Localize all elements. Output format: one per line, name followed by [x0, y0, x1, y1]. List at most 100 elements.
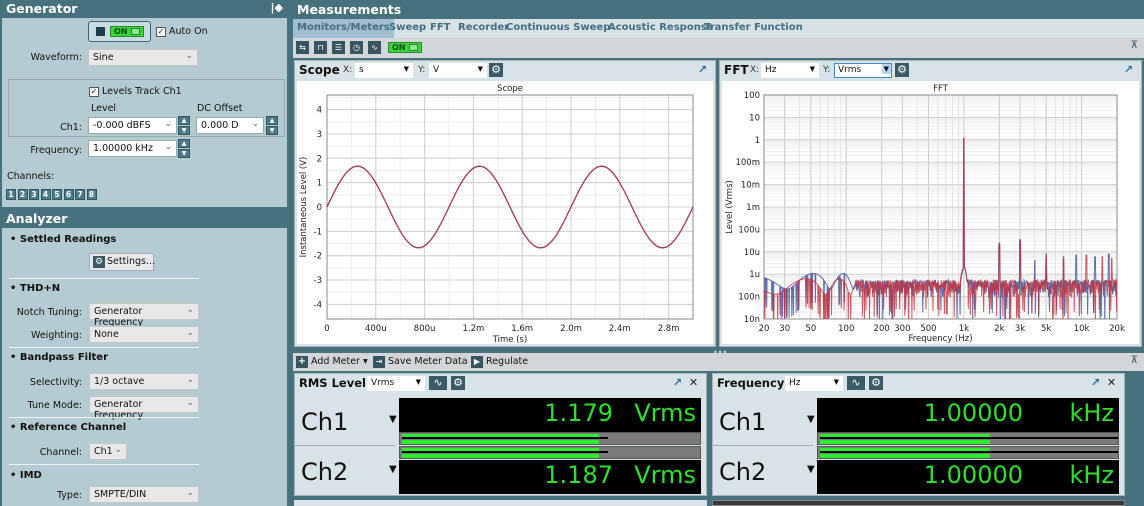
meter-value: 1.00000 [923, 399, 1023, 427]
y-tick-label: 10u [744, 248, 760, 258]
frequency-input[interactable]: 1.00000 kHz ⌄ [88, 140, 177, 157]
tune-mode-select[interactable]: Generator Frequency ⌄ [89, 396, 199, 421]
graph-view-icon[interactable]: ∿ [847, 376, 865, 390]
bar-fill [820, 454, 990, 458]
freq-meter-title: Frequency [717, 376, 785, 390]
tab-monitors-meters[interactable]: Monitors/Meters [293, 19, 394, 38]
popout-icon[interactable]: ↗ [696, 63, 709, 76]
y-tick-label: 100n [738, 293, 760, 303]
x-tick-label: 400u [365, 324, 387, 334]
pin-icon[interactable]: |◆ [271, 1, 283, 14]
ch1-level-spinner[interactable]: ▲ ▼ [178, 116, 190, 135]
channel-button-7[interactable]: 7 [75, 189, 85, 200]
popout-icon[interactable]: ↗ [671, 376, 684, 389]
tab-sweep[interactable]: Sweep [385, 19, 430, 38]
channel-dropdown-icon[interactable]: ▼ [389, 464, 397, 475]
channel-button-2[interactable]: 2 [17, 189, 28, 200]
tab-transfer-function[interactable]: Transfer Function [700, 19, 807, 38]
frequency-spinner[interactable]: ▲ ▼ [178, 139, 190, 158]
weighting-select[interactable]: None ⌄ [89, 326, 199, 343]
popout-icon[interactable]: ↗ [1089, 376, 1102, 389]
gear-icon[interactable]: ⚙ [869, 376, 883, 390]
x-tick-label: 30 [779, 324, 790, 334]
swap-icon[interactable]: ⇆ [296, 41, 309, 54]
channel-button-4[interactable]: 4 [40, 189, 51, 200]
imd-type-label: Type: [56, 490, 82, 501]
tab-fft[interactable]: FFT [426, 19, 454, 38]
dc-offset-spinner[interactable]: ▲ ▼ [266, 116, 278, 135]
channel-button-3[interactable]: 3 [29, 189, 39, 200]
close-icon[interactable]: ✕ [1105, 376, 1118, 389]
imd-header[interactable]: • IMD [10, 470, 42, 481]
fft-x-unit-select[interactable]: Hz ▼ [761, 63, 819, 78]
regulate-button[interactable]: ▶ Regulate [471, 356, 528, 368]
settings-button[interactable]: ⚙ Settings... [89, 253, 155, 271]
dock-icon[interactable]: ⊼ [1131, 355, 1138, 366]
dock-icon[interactable]: ⊼ [1131, 40, 1138, 51]
meter-value: 1.187 [544, 461, 613, 489]
channel-button-5[interactable]: 5 [52, 189, 62, 200]
levels-track-checkbox[interactable]: ✓ Levels Track Ch1 [89, 86, 182, 97]
weighting-label: Weighting: [31, 330, 82, 341]
channel-button-1[interactable]: 1 [6, 189, 16, 200]
channel-name: Ch1 [301, 408, 349, 436]
gear-icon[interactable]: ⚙ [895, 63, 909, 77]
x-tick-label: 200 [874, 324, 890, 334]
meter-bars-icon[interactable]: ☰ [332, 41, 345, 54]
auto-on-checkbox[interactable]: ✓ Auto On [156, 26, 208, 37]
gear-icon[interactable]: ⚙ [451, 376, 465, 390]
ch1-level-input[interactable]: -0.000 dBFS ⌄ [88, 117, 177, 134]
channel-dropdown-icon[interactable]: ▼ [807, 464, 815, 475]
clock-icon[interactable]: ◷ [350, 41, 363, 54]
reference-channel-select[interactable]: Ch1 ⌄ [89, 443, 127, 460]
x-tick-label: 50 [805, 324, 816, 334]
channel-dropdown-icon[interactable]: ▼ [807, 414, 815, 425]
x-axis-title: Frequency (Hz) [908, 334, 972, 344]
close-icon[interactable]: ✕ [687, 376, 700, 389]
x-tick-label: 1.6m [511, 324, 533, 334]
next-meter-edge [712, 500, 1125, 506]
popout-icon[interactable]: ↗ [1122, 63, 1135, 76]
selectivity-label: Selectivity: [29, 377, 82, 388]
reference-channel-header[interactable]: • Reference Channel [10, 422, 126, 433]
settled-readings-header[interactable]: • Settled Readings [10, 234, 116, 245]
frequency-meter: Frequency Hz ▼ ∿ ⚙ ↗ ✕ Ch1 ▼ 1.00000 kHz Ch2 ▼… [712, 373, 1125, 496]
monitors-on-button[interactable]: ON [388, 42, 422, 53]
tab-continuous-sweep[interactable]: Continuous Sweep [502, 19, 614, 38]
imd-type-select[interactable]: SMPTE/DIN ⌄ [89, 486, 199, 503]
meter-readout: 1.187 Vrms [399, 460, 701, 494]
selectivity-select[interactable]: 1/3 octave ⌄ [89, 373, 199, 390]
rms-meter-title: RMS Level [299, 376, 366, 390]
channel-button-8[interactable]: 8 [86, 189, 97, 200]
bar-fill [820, 440, 990, 444]
scope-y-unit-select[interactable]: V ▼ [429, 63, 487, 78]
bandpass-header[interactable]: • Bandpass Filter [10, 352, 108, 363]
add-meter-button[interactable]: + Add Meter ▾ [296, 356, 368, 368]
gear-icon[interactable]: ⚙ [489, 63, 503, 77]
y-tick-label: 3 [317, 130, 322, 140]
dc-offset-input[interactable]: 0.000 D ⌄ [196, 117, 264, 134]
x-tick-label: 100 [838, 324, 854, 334]
add-trace-icon[interactable]: ∿ [368, 41, 381, 54]
graph-view-icon[interactable]: ∿ [429, 376, 447, 390]
channel-dropdown-icon[interactable]: ▼ [389, 414, 397, 425]
thdn-header[interactable]: • THD+N [10, 283, 60, 294]
waveform-select[interactable]: Sine ⌄ [88, 49, 198, 66]
x-tick-label: 2.4m [609, 324, 631, 334]
save-meter-data-button[interactable]: ⇥ Save Meter Data [373, 356, 468, 368]
x-tick-label: 20 [759, 324, 770, 334]
rms-level-meter: RMS Level Vrms ▼ ∿ ⚙ ↗ ✕ Ch1 ▼ 1.179 Vrms Ch2… [294, 373, 707, 496]
y-tick-label: 10 [749, 113, 760, 123]
fft-y-unit-select[interactable]: Vrms ▼ [834, 63, 892, 78]
freq-unit-select[interactable]: Hz ▼ [785, 376, 843, 391]
meter-unit: Vrms [634, 461, 696, 489]
x-tick-label: 20k [1109, 324, 1125, 334]
monitors-toolbar: ⇆ ⊓ ☰ ◷ ∿ ON ⊼ [293, 38, 1144, 58]
notch-tuning-select[interactable]: Generator Frequency ⌄ [89, 303, 199, 328]
y-tick-label: 10m [741, 181, 760, 191]
scope-x-unit-select[interactable]: s ▼ [355, 63, 413, 78]
channel-button-6[interactable]: 6 [63, 189, 74, 200]
square-wave-icon[interactable]: ⊓ [314, 41, 327, 54]
generator-output-button[interactable]: ON [88, 21, 151, 42]
rms-unit-select[interactable]: Vrms ▼ [367, 376, 425, 391]
